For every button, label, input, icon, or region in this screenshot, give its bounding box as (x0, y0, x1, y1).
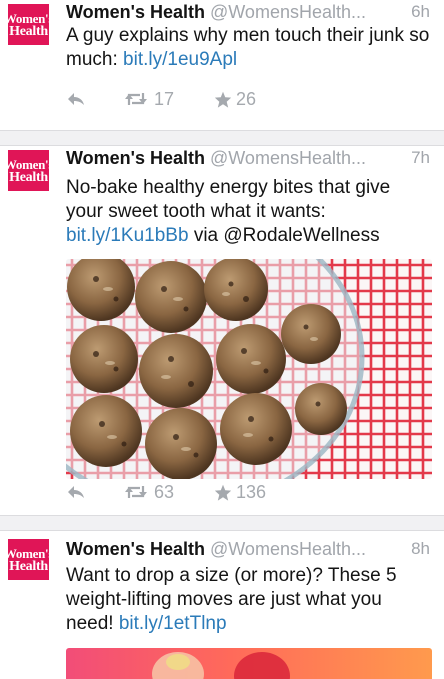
retweet-icon (125, 93, 147, 105)
author-handle[interactable]: @WomensHealth... (210, 539, 366, 559)
tweet-separator (0, 130, 444, 146)
star-icon (214, 484, 232, 501)
retweet-button[interactable]: 63 (124, 482, 214, 503)
fitness-photo (152, 652, 290, 679)
retweet-button[interactable]: 17 (124, 89, 214, 110)
energy-bites-photo (66, 259, 432, 479)
reply-icon (68, 486, 84, 498)
avatar[interactable]: Women's Health (4, 539, 53, 580)
tweet-3[interactable]: Women's Health Women's Health @WomensHea… (0, 531, 444, 679)
tweet-2[interactable]: Women's Health Women's Health @WomensHea… (0, 146, 444, 515)
reply-button[interactable] (66, 484, 124, 500)
favorite-button[interactable]: 136 (214, 482, 266, 503)
tweet-header: Women's Health @WomensHealth... 8h (66, 539, 430, 561)
author-name[interactable]: Women's Health (66, 148, 205, 168)
favorite-button[interactable]: 26 (214, 89, 256, 110)
favorite-count: 136 (236, 481, 267, 502)
tweet-text: No-bake healthy energy bites that give y… (66, 177, 391, 246)
author-handle[interactable]: @WomensHealth... (210, 148, 366, 168)
author-name[interactable]: Women's Health (66, 539, 205, 559)
author-name[interactable]: Women's Health (66, 2, 205, 22)
avatar[interactable]: Women's Health (4, 150, 53, 191)
tweet-header: Women's Health @WomensHealth... 6h (66, 2, 430, 24)
retweet-count: 63 (154, 481, 175, 502)
reply-button[interactable] (66, 91, 124, 107)
tweet-separator (0, 515, 444, 531)
tweet-photo[interactable] (66, 648, 432, 679)
tweet-1[interactable]: Women's Health Women's Health @WomensHea… (0, 0, 444, 130)
star-icon (214, 91, 232, 108)
reply-icon (68, 93, 84, 105)
tweet-photo[interactable] (66, 259, 432, 479)
retweet-count: 17 (154, 88, 175, 109)
timestamp: 8h (411, 539, 430, 558)
via-text: via @RodaleWellness (193, 225, 380, 246)
tweet-link[interactable]: bit.ly/1etTlnp (119, 613, 227, 634)
timestamp: 7h (411, 148, 430, 167)
favorite-count: 26 (236, 88, 257, 109)
tweet-text: A guy explains why men touch their junk … (66, 25, 430, 70)
avatar[interactable]: Women's Health (4, 4, 53, 45)
author-handle[interactable]: @WomensHealth... (210, 2, 366, 22)
tweet-link[interactable]: bit.ly/1Ku1bBb (66, 225, 189, 246)
tweet-header: Women's Health @WomensHealth... 7h (66, 148, 430, 170)
tweet-link[interactable]: bit.ly/1eu9Apl (123, 49, 237, 70)
tweet-text: Want to drop a size (or more)? These 5 w… (66, 565, 397, 634)
tweet-feed: Women's Health Women's Health @WomensHea… (0, 0, 444, 679)
tweet-actions: 17 26 (66, 87, 256, 111)
retweet-icon (125, 486, 147, 498)
timestamp: 6h (411, 2, 430, 21)
tweet-actions: 63 136 (66, 480, 266, 504)
